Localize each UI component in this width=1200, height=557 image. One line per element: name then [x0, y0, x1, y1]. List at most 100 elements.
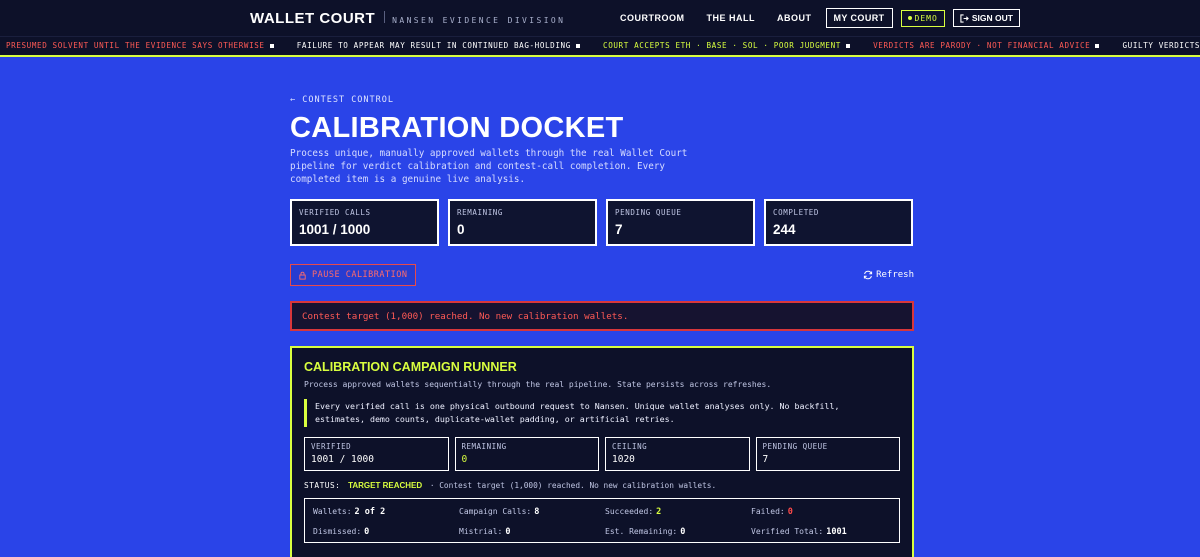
ticker-item: VERDICTS ARE PARODY · NOT FINANCIAL ADVI… [873, 37, 1100, 55]
summary-verified-total: Verified Total: 1001 [751, 527, 897, 537]
back-label: CONTEST CONTROL [302, 95, 395, 105]
summary-wallets: Wallets: 2 of 2 [313, 507, 459, 517]
nav-link-courtroom[interactable]: COURTROOM [620, 13, 685, 23]
ticker-text: GUILTY VERDICTS ISSUED 24 [1122, 41, 1200, 50]
square-icon [269, 44, 274, 48]
summary-label: Dismissed: [313, 527, 362, 536]
brand-title[interactable]: WALLET COURT [250, 10, 375, 27]
stat-label: VERIFIED CALLS [299, 208, 371, 217]
status-badge: TARGET REACHED [348, 481, 423, 490]
summary-value: 0 [787, 507, 793, 517]
my-court-button[interactable]: MY COURT [825, 8, 893, 28]
status-text: · Contest target (1,000) reached. No new… [429, 481, 717, 490]
summary-value: 0 [680, 527, 686, 537]
lock-icon [299, 271, 306, 280]
ticker-item: FAILURE TO APPEAR MAY RESULT IN CONTINUE… [297, 37, 580, 55]
summary-label: Verified Total: [751, 527, 824, 536]
summary-value: 2 of 2 [354, 507, 386, 517]
summary-label: Succeeded: [605, 507, 654, 516]
pause-label: PAUSE CALIBRATION [312, 270, 408, 280]
summary-value: 1001 [826, 527, 847, 537]
nav-link-about[interactable]: ABOUT [777, 13, 812, 23]
runner-stat-ceiling: CEILING 1020 [605, 437, 750, 471]
demo-badge[interactable]: DEMO [900, 9, 945, 27]
stat-value: 244 [773, 222, 796, 237]
runner-stat-value: 0 [461, 454, 468, 465]
ticker-item: GUILTY VERDICTS ISSUED 24 [1123, 37, 1200, 55]
status-dot-icon [907, 16, 912, 20]
runner-stat-pending-queue: PENDING QUEUE 7 [755, 437, 900, 471]
runner-title: CALIBRATION CAMPAIGN RUNNER [304, 360, 517, 374]
nav-links: COURTROOM THE HALL ABOUT MY COURT DEMO S… [620, 8, 1020, 28]
ticker-text: COURT ACCEPTS ETH · BASE · SOL · POOR JU… [603, 41, 841, 50]
stat-value: 0 [457, 222, 465, 237]
stat-card-verified-calls: VERIFIED CALLS 1001 / 1000 [290, 199, 439, 246]
brand-subtitle: NANSEN EVIDENCE DIVISION [392, 16, 566, 25]
campaign-runner-panel: CALIBRATION CAMPAIGN RUNNER Process appr… [290, 346, 914, 557]
stat-label: PENDING QUEUE [615, 208, 682, 217]
refresh-button[interactable]: Refresh [863, 270, 914, 280]
runner-stat-label: PENDING QUEUE [762, 442, 828, 451]
stat-label: COMPLETED [773, 208, 820, 217]
pause-calibration-button[interactable]: PAUSE CALIBRATION [290, 264, 416, 286]
ticker-item: PRESUMED SOLVENT UNTIL THE EVIDENCE SAYS… [6, 37, 274, 55]
runner-stat-label: VERIFIED [311, 442, 352, 451]
sign-out-label: SIGN OUT [971, 13, 1013, 23]
summary-dismissed: Dismissed: 0 [313, 527, 459, 537]
summary-est-remaining: Est. Remaining: 0 [605, 527, 751, 537]
brand[interactable]: WALLET COURT NANSEN EVIDENCE DIVISION [250, 10, 565, 27]
summary-failed: Failed: 0 [751, 507, 897, 517]
top-nav: WALLET COURT NANSEN EVIDENCE DIVISION CO… [0, 0, 1200, 37]
status-label: STATUS: [304, 481, 341, 490]
summary-label: Failed: [751, 507, 785, 516]
summary-campaign-calls: Campaign Calls: 8 [459, 507, 605, 517]
sign-out-icon [960, 13, 969, 23]
stat-value: 7 [615, 222, 623, 237]
brand-divider [384, 11, 386, 23]
runner-notice: Every verified call is one physical outb… [304, 399, 900, 427]
news-ticker: PRESUMED SOLVENT UNTIL THE EVIDENCE SAYS… [0, 37, 1200, 57]
ticker-text: PRESUMED SOLVENT UNTIL THE EVIDENCE SAYS… [6, 41, 265, 50]
stat-card-completed: COMPLETED 244 [764, 199, 913, 246]
runner-stats-row: VERIFIED 1001 / 1000 REMAINING 0 CEILING… [304, 437, 900, 471]
stats-row: VERIFIED CALLS 1001 / 1000 REMAINING 0 P… [290, 199, 914, 246]
square-icon [1095, 44, 1100, 48]
runner-stat-verified: VERIFIED 1001 / 1000 [304, 437, 449, 471]
summary-label: Wallets: [313, 507, 352, 516]
refresh-label: Refresh [876, 270, 914, 280]
sign-out-button[interactable]: SIGN OUT [952, 9, 1020, 27]
stat-value: 1001 / 1000 [299, 222, 371, 237]
runner-stat-value: 7 [762, 454, 769, 465]
ticker-text: VERDICTS ARE PARODY · NOT FINANCIAL ADVI… [873, 41, 1091, 50]
runner-stat-label: CEILING [612, 442, 648, 451]
summary-value: 0 [364, 527, 370, 537]
stat-card-pending-queue: PENDING QUEUE 7 [606, 199, 755, 246]
summary-value: 2 [656, 507, 662, 517]
summary-value: 0 [505, 527, 511, 537]
runner-stat-label: REMAINING [461, 442, 507, 451]
runner-stat-value: 1001 / 1000 [311, 454, 374, 465]
runner-stat-value: 1020 [612, 454, 635, 465]
target-reached-alert: Contest target (1,000) reached. No new c… [290, 301, 914, 331]
stat-label: REMAINING [457, 208, 504, 217]
runner-status: STATUS: TARGET REACHED · Contest target … [304, 481, 900, 490]
back-link[interactable]: ← CONTEST CONTROL [290, 95, 914, 105]
summary-succeeded: Succeeded: 2 [605, 507, 751, 517]
ticker-text: FAILURE TO APPEAR MAY RESULT IN CONTINUE… [296, 41, 571, 50]
stat-card-remaining: REMAINING 0 [448, 199, 597, 246]
main-content: ← CONTEST CONTROL CALIBRATION DOCKET Pro… [290, 95, 914, 557]
runner-description: Process approved wallets sequentially th… [304, 380, 772, 389]
page-description: Process unique, manually approved wallet… [290, 148, 688, 185]
square-icon [845, 44, 850, 48]
runner-summary: Wallets: 2 of 2 Campaign Calls: 8 Succeede… [304, 498, 900, 543]
nav-link-the-hall[interactable]: THE HALL [707, 13, 756, 23]
page-title: CALIBRATION DOCKET [290, 112, 624, 144]
ticker-item: COURT ACCEPTS ETH · BASE · SOL · POOR JU… [603, 37, 850, 55]
demo-label: DEMO [914, 13, 938, 23]
summary-label: Est. Remaining: [605, 527, 678, 536]
controls-row: PAUSE CALIBRATION Refresh [290, 264, 914, 286]
summary-mistrial: Mistrial: 0 [459, 527, 605, 537]
square-icon [575, 44, 580, 48]
summary-value: 8 [534, 507, 540, 517]
summary-label: Campaign Calls: [459, 507, 532, 516]
